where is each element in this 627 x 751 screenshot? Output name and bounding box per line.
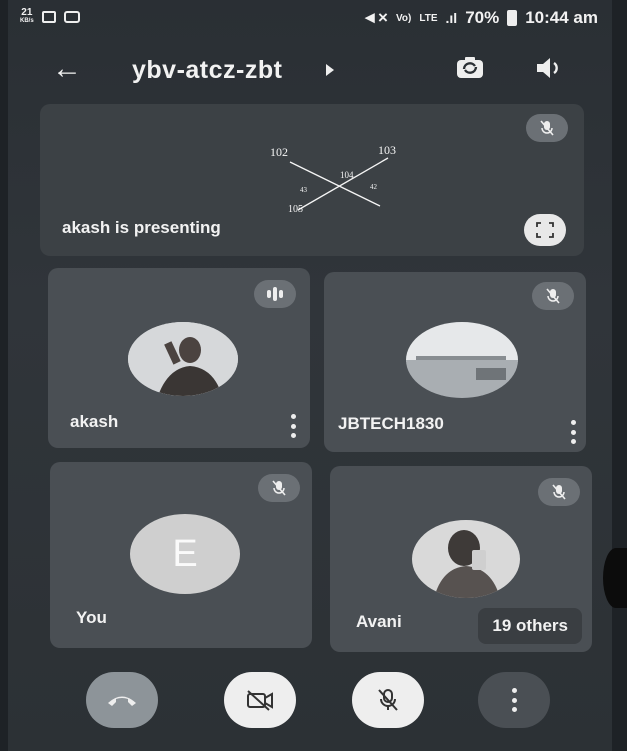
more-options-button[interactable] bbox=[478, 672, 550, 728]
board-number: 42 bbox=[370, 183, 378, 191]
status-bar: 21 KB/s ◄× Vo) LTE .ıl 70% 10:44 am bbox=[8, 0, 612, 38]
more-vertical-icon[interactable] bbox=[290, 414, 296, 438]
participant-name: You bbox=[76, 608, 107, 627]
mic-off-icon bbox=[532, 282, 574, 310]
participant-name: akash bbox=[70, 412, 119, 431]
signal-icon: .ıl bbox=[445, 10, 458, 26]
mic-toggle-button[interactable] bbox=[352, 672, 424, 728]
battery-percent: 70% bbox=[465, 8, 500, 27]
switch-camera-icon[interactable] bbox=[455, 54, 485, 82]
battery-icon bbox=[507, 10, 518, 26]
edge-shadow bbox=[603, 548, 627, 608]
caret-right-icon[interactable] bbox=[326, 64, 334, 76]
video-notification-icon bbox=[63, 11, 80, 23]
carrier-2: LTE bbox=[419, 12, 438, 24]
meeting-code[interactable]: ybv-atcz-zbt bbox=[132, 56, 282, 85]
participant-tile-you[interactable]: E You bbox=[50, 462, 312, 648]
mute-notification-icon: ◄× bbox=[361, 8, 388, 27]
phone-hangup-icon bbox=[108, 696, 136, 706]
participant-tile-akash[interactable]: akash bbox=[48, 268, 310, 448]
board-number: 43 bbox=[300, 186, 308, 194]
avatar: E bbox=[130, 514, 240, 594]
data-speed: 21 KB/s bbox=[20, 7, 34, 25]
participant-name: JBTECH1830 bbox=[338, 414, 444, 433]
mic-off-icon bbox=[378, 689, 398, 711]
others-count-button[interactable]: 19 others bbox=[478, 608, 582, 644]
clock: 10:44 am bbox=[525, 8, 598, 27]
meet-screen: 21 KB/s ◄× Vo) LTE .ıl 70% 10:44 am ← yb… bbox=[8, 0, 612, 751]
speaking-indicator-icon bbox=[254, 280, 296, 308]
carrier-1: Vo) bbox=[395, 12, 412, 24]
arrow-left-icon[interactable]: ← bbox=[52, 54, 82, 84]
participant-name: Avani bbox=[356, 612, 402, 631]
camera-toggle-button[interactable] bbox=[224, 672, 296, 728]
avatar bbox=[412, 520, 520, 598]
app-bar: ← ybv-atcz-zbt bbox=[8, 44, 612, 96]
avatar-letter: E bbox=[172, 532, 198, 575]
board-number: 105 bbox=[288, 204, 303, 215]
board-number: 102 bbox=[270, 145, 288, 159]
gallery-notification-icon bbox=[41, 11, 56, 23]
mic-off-icon bbox=[258, 474, 300, 502]
board-number: 103 bbox=[378, 143, 396, 157]
video-off-icon bbox=[247, 690, 273, 711]
presenting-label: akash is presenting bbox=[62, 218, 221, 237]
whiteboard-drawing: 102 103 104 105 43 42 bbox=[270, 143, 396, 215]
participant-tile-jbtech1830[interactable]: JBTECH1830 bbox=[324, 272, 586, 452]
avatar bbox=[406, 322, 518, 398]
participant-tile-avani[interactable]: Avani 19 others bbox=[330, 466, 592, 652]
fullscreen-icon[interactable] bbox=[524, 214, 566, 246]
mic-off-icon bbox=[526, 114, 568, 142]
mic-off-icon bbox=[538, 478, 580, 506]
speaker-icon[interactable] bbox=[534, 54, 564, 82]
end-call-button[interactable] bbox=[86, 672, 158, 728]
more-vertical-icon bbox=[511, 688, 517, 712]
more-vertical-icon[interactable] bbox=[570, 420, 576, 444]
avatar bbox=[128, 322, 238, 396]
presentation-tile[interactable]: 102 103 104 105 43 42 akash is presentin… bbox=[40, 104, 584, 256]
